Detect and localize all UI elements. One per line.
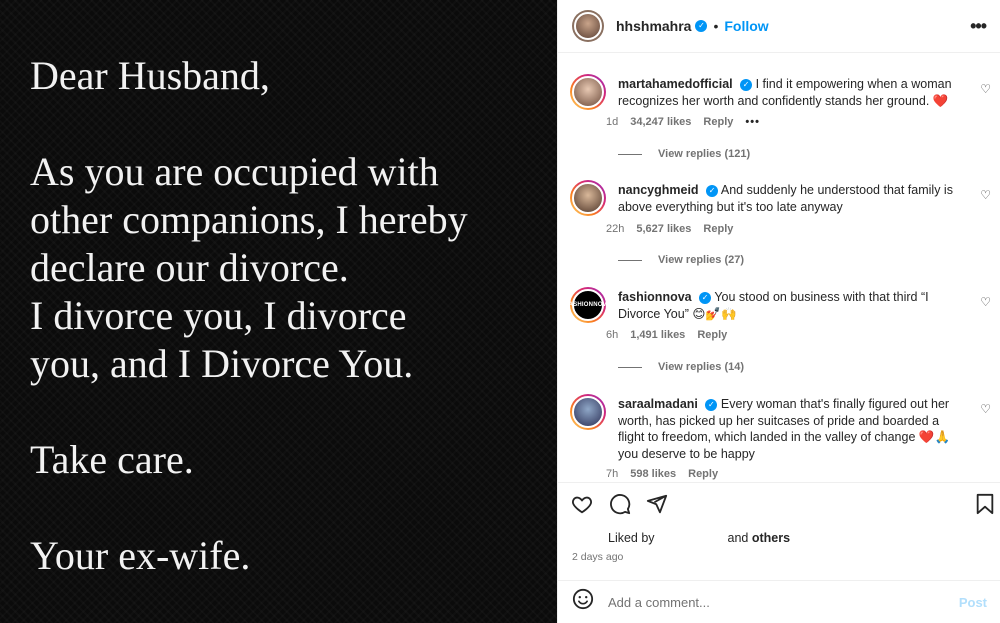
divider-line bbox=[618, 153, 642, 155]
comment-likes[interactable]: 598 likes bbox=[630, 468, 676, 480]
post-comment-button[interactable]: Post bbox=[959, 595, 987, 610]
comment-body: nancyghmeid ✓ And suddenly he understood… bbox=[618, 182, 968, 215]
comment-body: saraalmadani ✓ Every woman that's finall… bbox=[618, 396, 968, 462]
author-username[interactable]: hhshmahra bbox=[616, 18, 691, 34]
comment-meta: 6h 1,491 likes Reply bbox=[606, 329, 727, 341]
like-heart-icon[interactable] bbox=[571, 493, 593, 521]
add-comment-bar: Post bbox=[558, 580, 1000, 623]
comment-icon[interactable] bbox=[609, 493, 631, 521]
like-comment-heart-icon[interactable]: ♡ bbox=[980, 295, 991, 309]
reply-button[interactable]: Reply bbox=[703, 223, 733, 235]
author-avatar[interactable] bbox=[572, 10, 604, 42]
comment-time: 22h bbox=[606, 223, 625, 235]
post-actions-bar bbox=[558, 482, 1000, 526]
post-header: hhshmahra ✓ • Follow ••• bbox=[558, 0, 1000, 53]
comment-likes[interactable]: 5,627 likes bbox=[636, 223, 691, 235]
comment-meta: 7h 598 likes Reply bbox=[606, 468, 718, 480]
liked-others-link[interactable]: others bbox=[752, 531, 790, 545]
share-icon[interactable] bbox=[646, 493, 668, 521]
post-side-panel: hhshmahra ✓ • Follow ••• martahamedoffic… bbox=[557, 0, 1000, 623]
like-comment-heart-icon[interactable]: ♡ bbox=[980, 188, 991, 202]
verified-badge-icon: ✓ bbox=[706, 184, 719, 197]
post-timestamp: 2 days ago bbox=[572, 551, 624, 563]
comment-time: 6h bbox=[606, 329, 619, 341]
letter-text: Dear Husband, As you are occupied with o… bbox=[30, 52, 550, 580]
bookmark-icon[interactable] bbox=[975, 493, 995, 521]
commenter-avatar[interactable] bbox=[570, 394, 606, 430]
comment-username[interactable]: martahamedofficial bbox=[618, 77, 733, 91]
comment-username[interactable]: saraalmadani bbox=[618, 397, 698, 411]
like-comment-heart-icon[interactable]: ♡ bbox=[980, 82, 991, 96]
commenter-avatar[interactable] bbox=[570, 74, 606, 110]
comment-options-icon[interactable]: ••• bbox=[745, 116, 760, 128]
view-replies-button[interactable]: View replies (27) bbox=[618, 254, 744, 266]
reply-button[interactable]: Reply bbox=[703, 116, 733, 128]
comment-body: martahamedofficial ✓ I find it empowerin… bbox=[618, 76, 968, 109]
comment-text-continued: you deserve to be happy bbox=[618, 446, 755, 461]
comment-emoji: ❤️🙏 bbox=[918, 430, 951, 444]
verified-badge-icon: ✓ bbox=[699, 291, 712, 304]
letter-line-4: I divorce you, I divorce bbox=[30, 293, 407, 338]
divider-line bbox=[618, 259, 642, 261]
divider-line bbox=[618, 366, 642, 368]
comment-emoji: ❤️ bbox=[932, 93, 949, 108]
view-replies-button[interactable]: View replies (121) bbox=[618, 148, 750, 160]
comment-likes[interactable]: 1,491 likes bbox=[630, 329, 685, 341]
letter-signature: Your ex-wife. bbox=[30, 533, 251, 578]
comments-list[interactable]: martahamedofficial ✓ I find it empowerin… bbox=[558, 54, 1000, 482]
comment-likes[interactable]: 34,247 likes bbox=[630, 116, 691, 128]
letter-greeting: Dear Husband, bbox=[30, 53, 270, 98]
reply-button[interactable]: Reply bbox=[697, 329, 727, 341]
comment-meta: 22h 5,627 likes Reply bbox=[606, 223, 733, 235]
letter-closing: Take care. bbox=[30, 437, 194, 482]
letter-line-3: declare our divorce. bbox=[30, 245, 349, 290]
liked-by-summary[interactable]: Liked by and others bbox=[608, 531, 790, 545]
commenter-avatar[interactable]: FASHIONNOVA bbox=[565, 287, 611, 323]
liked-by-label: Liked by bbox=[608, 531, 655, 545]
comment-body: fashionnova ✓ You stood on business with… bbox=[618, 289, 968, 322]
emoji-picker-icon[interactable] bbox=[572, 588, 594, 616]
reply-button[interactable]: Reply bbox=[688, 468, 718, 480]
letter-line-1: As you are occupied with bbox=[30, 149, 439, 194]
comment-username[interactable]: fashionnova bbox=[618, 290, 692, 304]
post-image: Dear Husband, As you are occupied with o… bbox=[0, 0, 557, 623]
brand-logo-text: FASHIONNOVA bbox=[565, 302, 611, 308]
comment-time: 7h bbox=[606, 468, 619, 480]
view-replies-label: View replies (14) bbox=[658, 361, 745, 373]
verified-badge-icon: ✓ bbox=[740, 78, 753, 91]
letter-line-5: you, and I Divorce You. bbox=[30, 341, 414, 386]
comment-time: 1d bbox=[606, 116, 619, 128]
view-replies-label: View replies (121) bbox=[658, 148, 751, 160]
commenter-avatar[interactable] bbox=[570, 180, 606, 216]
follow-button[interactable]: Follow bbox=[724, 18, 768, 34]
view-replies-label: View replies (27) bbox=[658, 254, 745, 266]
separator-dot: • bbox=[713, 18, 719, 34]
view-replies-button[interactable]: View replies (14) bbox=[618, 361, 744, 373]
verified-badge-icon: ✓ bbox=[695, 20, 708, 32]
letter-line-2: other companions, I hereby bbox=[30, 197, 468, 242]
more-options-icon[interactable]: ••• bbox=[970, 16, 987, 37]
like-comment-heart-icon[interactable]: ♡ bbox=[980, 402, 991, 416]
add-comment-input[interactable] bbox=[608, 594, 959, 610]
comment-meta: 1d 34,247 likes Reply ••• bbox=[606, 116, 760, 128]
comment-username[interactable]: nancyghmeid bbox=[618, 183, 699, 197]
liked-and-label: and bbox=[727, 531, 749, 545]
verified-badge-icon: ✓ bbox=[705, 398, 718, 411]
comment-emoji: 😊💅🙌 bbox=[692, 306, 737, 321]
